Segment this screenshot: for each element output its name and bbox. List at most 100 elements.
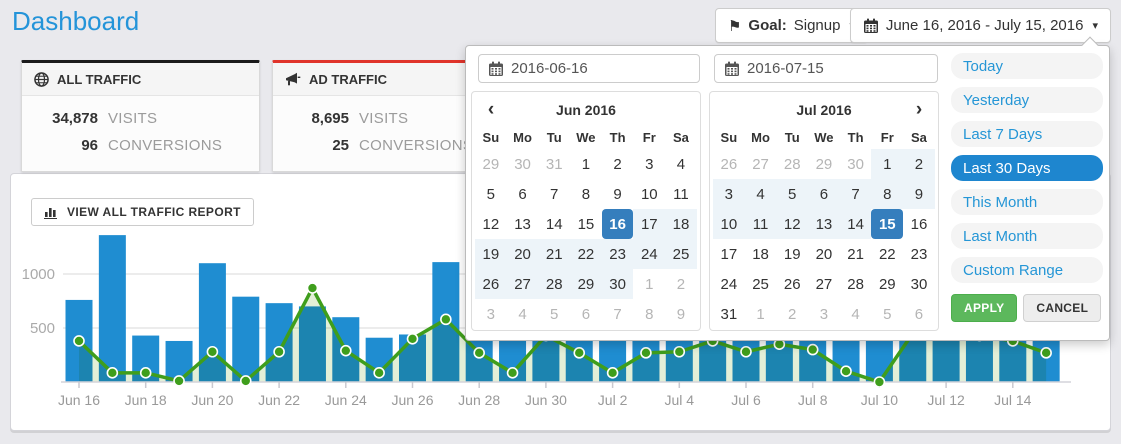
calendar-day[interactable]: 10 bbox=[633, 179, 665, 209]
range-option-custom-range[interactable]: Custom Range bbox=[951, 257, 1103, 283]
calendar-day[interactable]: 30 bbox=[507, 149, 539, 179]
calendar-day[interactable]: 23 bbox=[903, 239, 935, 269]
calendar-day[interactable]: 3 bbox=[633, 149, 665, 179]
calendar-day[interactable]: 25 bbox=[665, 239, 697, 269]
range-option-today[interactable]: Today bbox=[951, 53, 1103, 79]
calendar-day[interactable]: 2 bbox=[602, 149, 634, 179]
calendar-day[interactable]: 29 bbox=[808, 149, 840, 179]
calendar-day[interactable]: 16 bbox=[903, 209, 935, 239]
prev-month-icon[interactable]: ‹ bbox=[477, 95, 505, 125]
calendar-day[interactable]: 22 bbox=[570, 239, 602, 269]
calendar-day[interactable]: 17 bbox=[633, 209, 665, 239]
calendar-day[interactable]: 1 bbox=[871, 149, 903, 179]
calendar-day[interactable]: 15 bbox=[871, 209, 903, 239]
calendar-day[interactable]: 19 bbox=[475, 239, 507, 269]
calendar-day[interactable]: 10 bbox=[713, 209, 745, 239]
range-option-last-7-days[interactable]: Last 7 Days bbox=[951, 121, 1103, 147]
range-option-yesterday[interactable]: Yesterday bbox=[951, 87, 1103, 113]
calendar-day[interactable]: 15 bbox=[570, 209, 602, 239]
calendar-day[interactable]: 20 bbox=[808, 239, 840, 269]
date-range-button[interactable]: June 16, 2016 - July 15, 2016 ▾ bbox=[850, 8, 1111, 43]
calendar-day[interactable]: 23 bbox=[602, 239, 634, 269]
calendar-day[interactable]: 29 bbox=[475, 149, 507, 179]
calendar-day[interactable]: 5 bbox=[538, 299, 570, 329]
calendar-day[interactable]: 5 bbox=[475, 179, 507, 209]
calendar-day[interactable]: 29 bbox=[570, 269, 602, 299]
calendar-day[interactable]: 25 bbox=[745, 269, 777, 299]
calendar-day[interactable]: 7 bbox=[602, 299, 634, 329]
calendar-day[interactable]: 30 bbox=[903, 269, 935, 299]
range-option-last-30-days[interactable]: Last 30 Days bbox=[951, 155, 1103, 181]
calendar-day[interactable]: 6 bbox=[808, 179, 840, 209]
view-all-traffic-report-button[interactable]: VIEW ALL TRAFFIC REPORT bbox=[31, 198, 254, 226]
calendar-day[interactable]: 12 bbox=[475, 209, 507, 239]
calendar-day[interactable]: 1 bbox=[570, 149, 602, 179]
calendar-day[interactable]: 7 bbox=[840, 179, 872, 209]
calendar-day[interactable]: 26 bbox=[713, 149, 745, 179]
calendar-day[interactable]: 2 bbox=[665, 269, 697, 299]
calendar-day[interactable]: 21 bbox=[538, 239, 570, 269]
next-month-icon[interactable]: › bbox=[905, 95, 933, 125]
calendar-day[interactable]: 7 bbox=[538, 179, 570, 209]
calendar-day[interactable]: 21 bbox=[840, 239, 872, 269]
calendar-day[interactable]: 6 bbox=[570, 299, 602, 329]
range-option-this-month[interactable]: This Month bbox=[951, 189, 1103, 215]
calendar-day[interactable]: 26 bbox=[475, 269, 507, 299]
calendar-day[interactable]: 28 bbox=[840, 269, 872, 299]
calendar-day[interactable]: 30 bbox=[840, 149, 872, 179]
calendar-day[interactable]: 8 bbox=[871, 179, 903, 209]
calendar-day[interactable]: 4 bbox=[745, 179, 777, 209]
calendar-day[interactable]: 11 bbox=[665, 179, 697, 209]
calendar-day[interactable]: 19 bbox=[776, 239, 808, 269]
calendar-day[interactable]: 31 bbox=[538, 149, 570, 179]
calendar-day[interactable]: 27 bbox=[745, 149, 777, 179]
calendar-day[interactable]: 29 bbox=[871, 269, 903, 299]
calendar-day[interactable]: 8 bbox=[633, 299, 665, 329]
calendar-day[interactable]: 22 bbox=[871, 239, 903, 269]
calendar-day[interactable]: 27 bbox=[808, 269, 840, 299]
calendar-day[interactable]: 16 bbox=[602, 209, 634, 239]
calendar-day[interactable]: 24 bbox=[633, 239, 665, 269]
range-option-last-month[interactable]: Last Month bbox=[951, 223, 1103, 249]
calendar-day[interactable]: 14 bbox=[840, 209, 872, 239]
cancel-button[interactable]: CANCEL bbox=[1023, 294, 1101, 322]
calendar-day[interactable]: 18 bbox=[665, 209, 697, 239]
calendar-day[interactable]: 8 bbox=[570, 179, 602, 209]
calendar-day[interactable]: 3 bbox=[713, 179, 745, 209]
calendar-day[interactable]: 6 bbox=[903, 299, 935, 329]
calendar-day[interactable]: 28 bbox=[776, 149, 808, 179]
calendar-day[interactable]: 2 bbox=[776, 299, 808, 329]
calendar-day[interactable]: 9 bbox=[665, 299, 697, 329]
calendar-day[interactable]: 6 bbox=[507, 179, 539, 209]
calendar-day[interactable]: 13 bbox=[507, 209, 539, 239]
calendar-day[interactable]: 31 bbox=[713, 299, 745, 329]
calendar-day[interactable]: 1 bbox=[745, 299, 777, 329]
calendar-day[interactable]: 20 bbox=[507, 239, 539, 269]
calendar-day[interactable]: 3 bbox=[475, 299, 507, 329]
calendar-day[interactable]: 18 bbox=[745, 239, 777, 269]
calendar-day[interactable]: 5 bbox=[871, 299, 903, 329]
calendar-day[interactable]: 14 bbox=[538, 209, 570, 239]
calendar-day[interactable]: 4 bbox=[507, 299, 539, 329]
calendar-day[interactable]: 9 bbox=[903, 179, 935, 209]
calendar-day[interactable]: 30 bbox=[602, 269, 634, 299]
calendar-day[interactable]: 27 bbox=[507, 269, 539, 299]
calendar-day[interactable]: 17 bbox=[713, 239, 745, 269]
calendar-day[interactable]: 3 bbox=[808, 299, 840, 329]
calendar-day[interactable]: 28 bbox=[538, 269, 570, 299]
calendar-day[interactable]: 4 bbox=[665, 149, 697, 179]
start-date-input[interactable]: 2016-06-16 bbox=[478, 54, 700, 83]
calendar-day[interactable]: 26 bbox=[776, 269, 808, 299]
calendar-day[interactable]: 9 bbox=[602, 179, 634, 209]
calendar-day[interactable]: 5 bbox=[776, 179, 808, 209]
calendar-day[interactable]: 4 bbox=[840, 299, 872, 329]
calendar-day[interactable]: 12 bbox=[776, 209, 808, 239]
calendar-day[interactable]: 13 bbox=[808, 209, 840, 239]
calendar-day[interactable]: 1 bbox=[633, 269, 665, 299]
calendar-day[interactable]: 11 bbox=[745, 209, 777, 239]
goal-dropdown-button[interactable]: ⚑ Goal: Signup ▾ bbox=[715, 8, 868, 43]
calendar-day[interactable]: 24 bbox=[713, 269, 745, 299]
end-date-input[interactable]: 2016-07-15 bbox=[714, 54, 938, 83]
apply-button[interactable]: APPLY bbox=[951, 294, 1017, 322]
calendar-day[interactable]: 2 bbox=[903, 149, 935, 179]
